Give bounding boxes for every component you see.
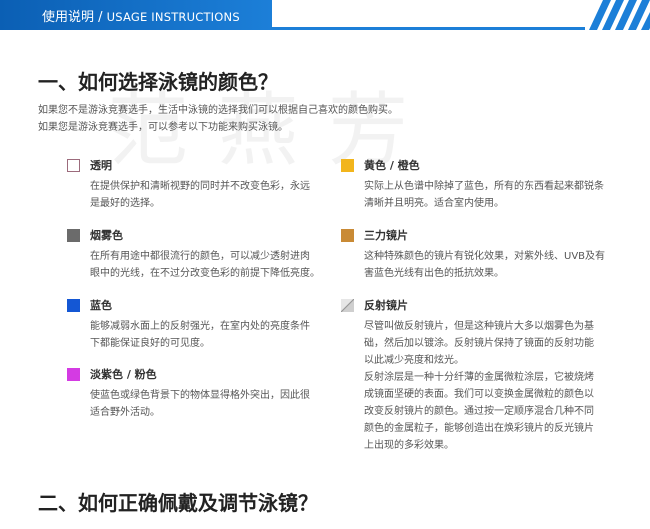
lens-name: 反射镜片 xyxy=(364,299,408,312)
lens-description: 尽管叫做反射镜片，但是这种镜片大多以烟雾色为基 础，然后加以镀涂。反射镜片保持了… xyxy=(364,318,594,454)
lens-item-smoke: 烟雾色 在所有用途中都很流行的颜色，可以减少透射进肉 眼中的光线，在不过分改变色… xyxy=(67,227,320,282)
desc-line: 成镜面坚硬的表面。我们可以变换金属微粒的颜色以 xyxy=(364,389,594,400)
lens-description: 能够减弱水面上的反射强光，在室内处的亮度条件 下都能保证良好的可见度。 xyxy=(90,318,310,352)
color-swatch-mirror xyxy=(341,298,354,312)
desc-line: 在提供保护和清晰视野的同时并不改变色彩，永远 xyxy=(90,181,310,192)
lens-name: 淡紫色 / 粉色 xyxy=(90,368,157,381)
lens-description: 在提供保护和清晰视野的同时并不改变色彩，永远 是最好的选择。 xyxy=(90,178,310,212)
desc-line: 以此减少亮度和炫光。 xyxy=(364,355,464,366)
desc-line: 下都能保证良好的可见度。 xyxy=(90,338,210,349)
header-title: 使用说明 / USAGE INSTRUCTIONS xyxy=(42,6,240,25)
header-title-cn: 使用说明 xyxy=(42,10,95,25)
lens-item-mirror: 反射镜片 尽管叫做反射镜片，但是这种镜片大多以烟雾色为基 础，然后加以镀涂。反射… xyxy=(341,297,594,454)
stripes-decoration xyxy=(585,0,650,30)
desc-line: 颜色的金属粒子，能够创造出在焕彩镜片的反光镜片 xyxy=(364,423,594,434)
header-underline xyxy=(272,27,585,30)
desc-line: 改变反射镜片的颜色。通过按一定顺序混合几种不同 xyxy=(364,406,594,417)
section2-title: 二、如何正确佩戴及调节泳镜？ xyxy=(38,491,318,515)
lens-description: 实际上从色谱中除掉了蓝色，所有的东西看起来都锐条 清晰并且明亮。适合室内使用。 xyxy=(364,178,604,212)
lens-description: 在所有用途中都很流行的颜色，可以减少透射进肉 眼中的光线，在不过分改变色彩的前提… xyxy=(90,248,320,282)
desc-line: 适合野外活动。 xyxy=(90,407,160,418)
header-banner: 使用说明 / USAGE INSTRUCTIONS xyxy=(0,0,650,30)
desc-line: 础，然后加以镀涂。反射镜片保持了镜面的反射功能 xyxy=(364,338,594,349)
desc-line: 上出现的多彩效果。 xyxy=(364,440,454,451)
header-title-separator: / xyxy=(94,10,107,25)
lens-name: 三力镜片 xyxy=(364,229,408,242)
desc-line: 尽管叫做反射镜片，但是这种镜片大多以烟雾色为基 xyxy=(364,321,594,332)
lens-description: 这种特殊颜色的镜片有锐化效果，对紫外线、UVB及有 害蓝色光线有出色的抵抗效果。 xyxy=(364,248,605,282)
lens-item-blue: 蓝色 能够减弱水面上的反射强光，在室内处的亮度条件 下都能保证良好的可见度。 xyxy=(67,297,310,352)
color-swatch-yellow xyxy=(341,158,354,172)
desc-line: 这种特殊颜色的镜片有锐化效果，对紫外线、UVB及有 xyxy=(364,251,606,262)
lens-item-violet: 淡紫色 / 粉色 使蓝色或绿色背景下的物体显得格外突出，因此很 适合野外活动。 xyxy=(67,366,310,421)
header-title-en: USAGE INSTRUCTIONS xyxy=(106,10,240,24)
desc-line: 能够减弱水面上的反射强光，在室内处的亮度条件 xyxy=(90,321,310,332)
lens-name: 透明 xyxy=(90,159,112,172)
desc-line: 实际上从色谱中除掉了蓝色，所有的东西看起来都锐条 xyxy=(364,181,604,192)
color-swatch-smoke xyxy=(67,228,80,242)
lens-item-yellow: 黄色 / 橙色 实际上从色谱中除掉了蓝色，所有的东西看起来都锐条 清晰并且明亮。… xyxy=(341,157,604,212)
color-swatch-clear xyxy=(67,158,80,172)
section1-title: 一、如何选择泳镜的颜色？ xyxy=(38,70,278,94)
desc-line: 反射涂层是一种十分纤薄的金属微粒涂层，它被烧烤 xyxy=(364,372,594,383)
intro-line: 如果您是游泳竞赛选手，可以参考以下功能来购买泳镜。 xyxy=(38,122,288,133)
desc-line: 使蓝色或绿色背景下的物体显得格外突出，因此很 xyxy=(90,390,310,401)
desc-line: 害蓝色光线有出色的抵抗效果。 xyxy=(364,268,504,279)
section1-intro: 如果您不是游泳竞赛选手，生活中泳镜的选择我们可以根据自己喜欢的颜色购买。 如果您… xyxy=(38,102,398,136)
intro-line: 如果您不是游泳竞赛选手，生活中泳镜的选择我们可以根据自己喜欢的颜色购买。 xyxy=(38,105,398,116)
desc-line: 清晰并且明亮。适合室内使用。 xyxy=(364,198,504,209)
lens-item-trivex: 三力镜片 这种特殊颜色的镜片有锐化效果，对紫外线、UVB及有 害蓝色光线有出色的… xyxy=(341,227,605,282)
lens-name: 黄色 / 橙色 xyxy=(364,159,420,172)
lens-description: 使蓝色或绿色背景下的物体显得格外突出，因此很 适合野外活动。 xyxy=(90,387,310,421)
lens-item-clear: 透明 在提供保护和清晰视野的同时并不改变色彩，永远 是最好的选择。 xyxy=(67,157,310,212)
lens-name: 烟雾色 xyxy=(90,229,123,242)
color-swatch-blue xyxy=(67,298,80,312)
lens-name: 蓝色 xyxy=(90,299,112,312)
color-swatch-trivex xyxy=(341,228,354,242)
desc-line: 眼中的光线，在不过分改变色彩的前提下降低亮度。 xyxy=(90,268,320,279)
desc-line: 在所有用途中都很流行的颜色，可以减少透射进肉 xyxy=(90,251,310,262)
desc-line: 是最好的选择。 xyxy=(90,198,160,209)
color-swatch-violet xyxy=(67,367,80,381)
